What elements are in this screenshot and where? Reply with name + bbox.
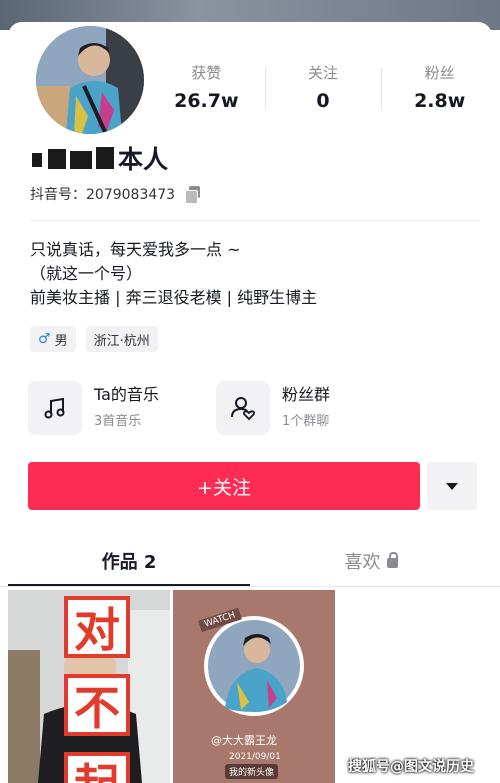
bio: 只说真话，每天爱我多一点 ~ （就这一个号） 前美妆主播 | 奔三退役老模 | … bbox=[30, 238, 317, 310]
stat-label: 获赞 bbox=[191, 64, 222, 82]
tab-works-label: 作品 2 bbox=[101, 552, 157, 573]
copy-icon[interactable] bbox=[185, 186, 201, 204]
bio-line: 前美妆主播 | 奔三退役老模 | 纯野生博主 bbox=[30, 288, 318, 307]
stat-likes[interactable]: 获赞 26.7w bbox=[148, 62, 265, 122]
stat-label: 粉丝 bbox=[424, 64, 455, 82]
divider bbox=[30, 220, 480, 221]
douyin-id: 抖音号：2079083473 bbox=[30, 183, 201, 205]
gender-tag: ♂ 男 bbox=[30, 326, 76, 352]
video-date: 2021/09/01 bbox=[229, 752, 281, 762]
watermark: 搜狐号@图文说历史 bbox=[348, 759, 474, 775]
gender-label: 男 bbox=[54, 333, 68, 349]
video-grid: 对 不 起 WATCH @大大霸王龙 2021/09/01 我的新头像 bbox=[8, 590, 492, 783]
tab-likes-label: 喜欢 bbox=[344, 552, 381, 573]
lock-icon bbox=[386, 552, 398, 568]
fan-group-count: 1个群聊 bbox=[282, 414, 330, 429]
fan-group-entry[interactable]: 粉丝群 1个群聊 bbox=[216, 380, 330, 436]
caption-char: 对 bbox=[64, 596, 130, 658]
location-tag: 浙江·杭州 bbox=[85, 326, 158, 352]
bio-line: （就这一个号） bbox=[30, 264, 143, 283]
caption-char: 起 bbox=[64, 752, 130, 783]
name-redaction bbox=[30, 143, 116, 173]
stat-followers[interactable]: 粉丝 2.8w bbox=[381, 62, 498, 122]
bio-line: 只说真话，每天爱我多一点 ~ bbox=[30, 240, 241, 259]
profile-tags: ♂ 男 浙江·杭州 bbox=[30, 326, 158, 352]
music-count: 3首音乐 bbox=[94, 414, 142, 429]
stat-value: 2.8w bbox=[414, 90, 466, 112]
content-tabs: 作品 2 喜欢 bbox=[8, 536, 492, 586]
male-icon: ♂ bbox=[38, 331, 51, 347]
video-caption: @大大霸王龙 bbox=[211, 734, 277, 747]
fan-group-icon bbox=[216, 381, 270, 435]
tab-works[interactable]: 作品 2 bbox=[8, 536, 250, 586]
chevron-down-icon bbox=[446, 482, 458, 490]
location-label: 浙江·杭州 bbox=[93, 333, 150, 349]
more-options-button[interactable] bbox=[427, 462, 477, 510]
video-badge: 我的新头像 bbox=[225, 764, 279, 779]
music-entry[interactable]: Ta的音乐 3首音乐 bbox=[28, 380, 159, 436]
video-thumbnail[interactable]: WATCH @大大霸王龙 2021/09/01 我的新头像 bbox=[173, 590, 335, 783]
fan-group-title: 粉丝群 bbox=[282, 385, 331, 404]
caption-char: 不 bbox=[64, 674, 130, 736]
stat-label: 关注 bbox=[308, 64, 339, 82]
name-text: 本人 bbox=[118, 145, 169, 174]
profile-name: 本人 bbox=[30, 138, 168, 178]
tab-divider bbox=[0, 586, 500, 587]
avatar[interactable] bbox=[32, 22, 148, 138]
douyin-id-text: 抖音号：2079083473 bbox=[30, 187, 176, 203]
stat-value: 0 bbox=[316, 90, 330, 112]
tab-likes[interactable]: 喜欢 bbox=[250, 536, 492, 586]
music-title: Ta的音乐 bbox=[94, 385, 159, 404]
follow-button[interactable]: +关注 bbox=[28, 462, 420, 510]
stat-value: 26.7w bbox=[174, 90, 239, 112]
stat-following[interactable]: 关注 0 bbox=[264, 62, 382, 122]
music-note-icon bbox=[28, 381, 82, 435]
video-thumbnail[interactable]: 对 不 起 bbox=[8, 590, 170, 783]
stats-bar: 获赞 26.7w 关注 0 粉丝 2.8w bbox=[148, 62, 498, 122]
